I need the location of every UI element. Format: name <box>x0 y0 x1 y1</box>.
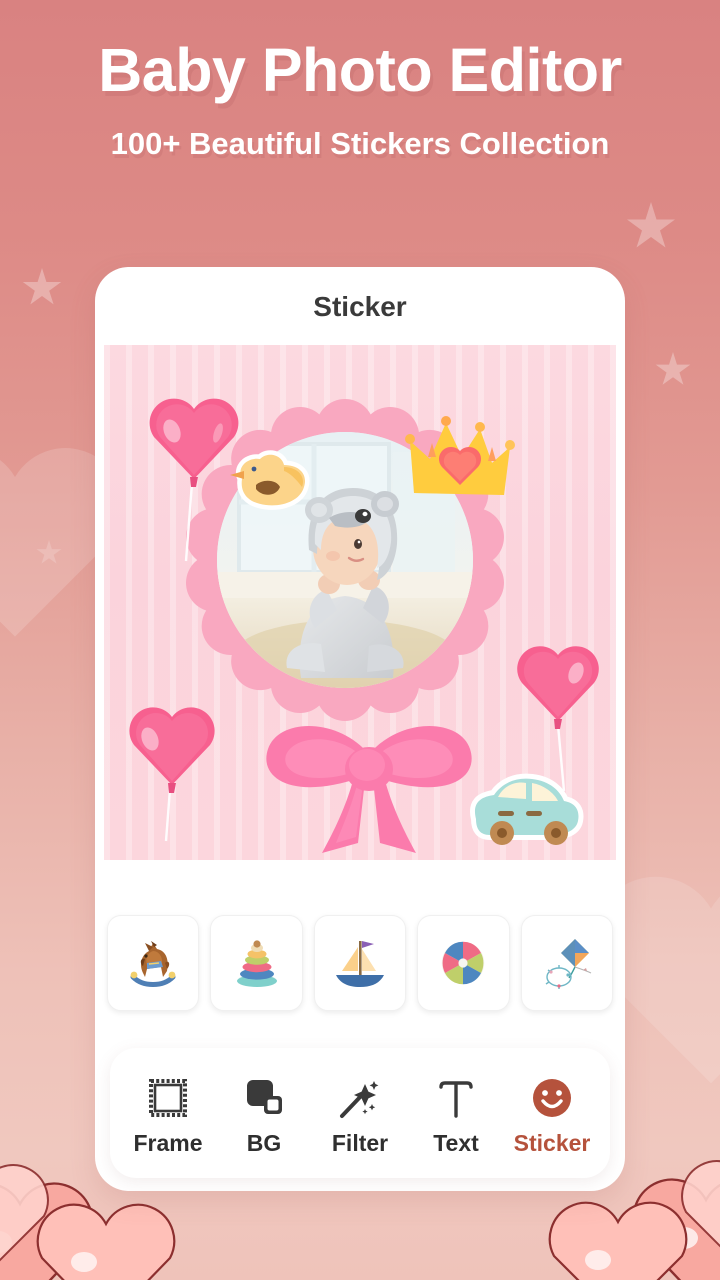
header: Baby Photo Editor 100+ Beautiful Sticker… <box>0 38 720 162</box>
app-subtitle: 100+ Beautiful Stickers Collection <box>110 126 610 162</box>
bottom-toolbar[interactable]: Frame BG Filter Text Sticker <box>110 1048 610 1178</box>
card-title: Sticker <box>313 291 407 322</box>
stamp-frame-icon <box>146 1070 190 1120</box>
toolbar-item-sticker[interactable]: Sticker <box>506 1070 598 1157</box>
sticker-tray-item-stacking-rings[interactable] <box>210 915 303 1011</box>
text-t-icon <box>434 1070 478 1120</box>
toolbar-item-bg[interactable]: BG <box>218 1070 310 1157</box>
photo-canvas[interactable] <box>104 345 616 860</box>
toolbar-item-text[interactable]: Text <box>410 1070 502 1157</box>
phone-preview-card: Sticker Frame BG Filter Text Sticker <box>95 267 625 1191</box>
decor-star-1 <box>22 268 62 305</box>
decor-star-4 <box>36 540 62 564</box>
app-title: Baby Photo Editor <box>98 36 622 104</box>
sticker-tray-item-beach-ball[interactable] <box>417 915 510 1011</box>
crown-sticker[interactable] <box>400 407 520 511</box>
toolbar-label-sticker: Sticker <box>513 1129 591 1156</box>
toolbar-label-filter: Filter <box>331 1129 389 1156</box>
toolbar-item-frame[interactable]: Frame <box>122 1070 214 1157</box>
toolbar-label-frame: Frame <box>133 1129 203 1156</box>
magic-wand-icon <box>338 1070 382 1120</box>
layers-square-icon <box>242 1070 286 1120</box>
heart-balloon-sticker-bottom-left[interactable] <box>126 685 220 845</box>
decor-star-2 <box>627 202 675 248</box>
bow-sticker[interactable] <box>254 697 484 857</box>
sticker-tray-item-rocking-horse[interactable] <box>107 915 200 1011</box>
car-sticker[interactable] <box>464 765 584 851</box>
sticker-tray[interactable] <box>104 915 616 1011</box>
toolbar-label-bg: BG <box>246 1129 282 1156</box>
app-root: Baby Photo Editor 100+ Beautiful Sticker… <box>0 0 720 1280</box>
duck-sticker[interactable] <box>226 445 312 517</box>
smiley-face-icon <box>530 1070 574 1120</box>
toolbar-label-text: Text <box>433 1129 479 1156</box>
sticker-tray-item-kite[interactable] <box>520 915 614 1011</box>
decor-star-3 <box>655 352 691 385</box>
sticker-tray-item-sailboat[interactable] <box>313 915 407 1011</box>
toolbar-item-filter[interactable]: Filter <box>314 1070 406 1157</box>
